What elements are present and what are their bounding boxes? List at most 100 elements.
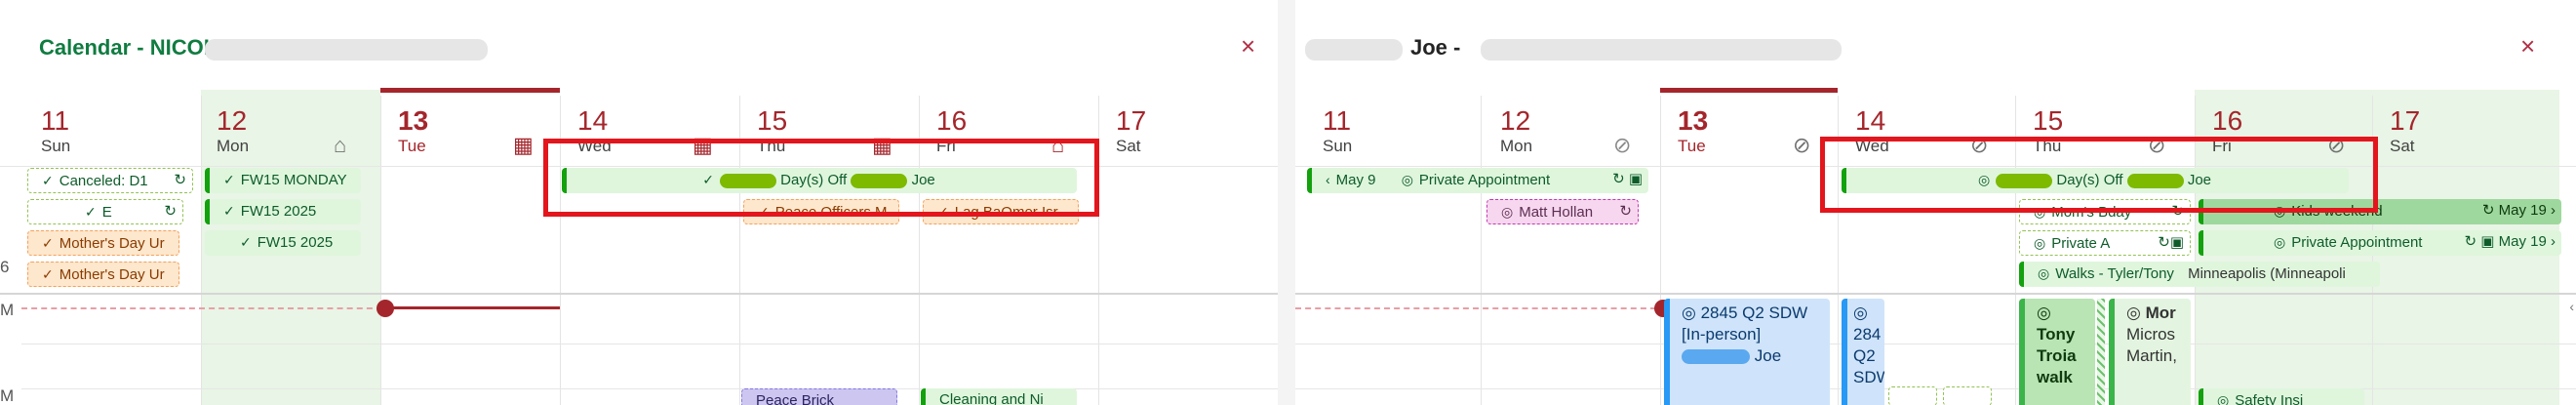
grid-vline	[1660, 96, 1661, 405]
redacted-highlight	[1682, 349, 1750, 365]
event-e[interactable]: ✓ E ↻	[27, 199, 183, 224]
all-day-separator	[0, 293, 1278, 295]
target-icon: ◎	[2037, 304, 2051, 322]
check-icon: ✓	[42, 266, 54, 282]
recurring-lock-icon: ↻▣	[2158, 234, 2184, 251]
target-icon: ◎	[1853, 304, 1868, 322]
target-icon: ◎	[2038, 265, 2050, 281]
current-time-dashed	[21, 307, 382, 309]
day-number-wed[interactable]: 14	[577, 105, 608, 137]
event-q2-sdw-wed[interactable]: ◎ 284 Q2 SDW	[1842, 299, 1884, 405]
right-pane-title: Joe -	[1410, 35, 1461, 60]
target-icon: ◎	[2126, 304, 2141, 322]
check-icon: ✓	[223, 203, 235, 219]
event-q2-sdw[interactable]: ◎ 2845 Q2 SDW [In-person] Joe	[1664, 299, 1830, 405]
event-fw15-2025[interactable]: ✓ FW15 2025	[205, 230, 361, 256]
day-number-sat[interactable]: 17	[2390, 105, 2420, 137]
day-number-thu[interactable]: 15	[757, 105, 787, 137]
recurring-lock-icon: ↻ ▣	[1612, 171, 1643, 187]
event-mothers-day[interactable]: ✓ Mother's Day Ur	[27, 230, 179, 256]
chevron-left-icon: ‹	[1326, 172, 1330, 187]
event-mothers-day[interactable]: ✓ Mother's Day Ur	[27, 262, 179, 287]
event-fw15-monday[interactable]: ✓ FW15 MONDAY	[205, 168, 361, 193]
day-name-sat: Sat	[2390, 137, 2415, 155]
time-label: 6	[0, 258, 10, 276]
event-tony-troia-walk[interactable]: ◎ Tony Troia walk	[2019, 299, 2095, 405]
target-icon: ◎	[1501, 204, 1514, 220]
tentative-hatch	[2097, 299, 2105, 405]
day-number-sun[interactable]: 11	[1323, 105, 1351, 137]
left-calendar-pane: Calendar - NICOLE × 11 Sun 12 Mon 13 Tue…	[0, 0, 1278, 405]
grid-vline	[1481, 96, 1482, 405]
event-safety-insights[interactable]: ◎ Safety Insi	[2199, 388, 2364, 405]
redacted-name	[205, 39, 488, 61]
check-icon: ✓	[42, 173, 54, 188]
home-icon[interactable]: ⌂	[334, 135, 346, 156]
target-icon: ◎	[2274, 234, 2286, 250]
highlight-box-left	[543, 139, 1099, 217]
location-off-icon[interactable]: ⊘	[1613, 135, 1631, 156]
grid-vline	[201, 96, 202, 405]
current-time-line	[390, 306, 560, 309]
day-name-tue: Tue	[1678, 137, 1706, 155]
right-calendar-pane: Joe - × 11 Sun 12 Mon 13 Tue 14 Wed 15 T…	[1295, 0, 2576, 405]
left-close-button[interactable]: ×	[1241, 33, 1255, 59]
check-icon: ✓	[223, 172, 235, 187]
day-number-mon[interactable]: 12	[217, 105, 247, 137]
target-icon: ◎	[2034, 235, 2046, 251]
day-number-thu[interactable]: 15	[2033, 105, 2063, 137]
day-number-fri[interactable]: 16	[936, 105, 967, 137]
day-number-tue[interactable]: 13	[1678, 105, 1708, 137]
redacted-name	[1481, 39, 1842, 61]
day-name-sun: Sun	[1323, 137, 1353, 155]
check-icon: ✓	[42, 235, 54, 251]
left-pane-title: Calendar - NICOLE	[39, 35, 231, 60]
check-icon: ✓	[240, 234, 252, 250]
time-label: M	[0, 386, 15, 405]
day-name-sat: Sat	[1116, 137, 1141, 155]
recurring-icon: ↻	[174, 172, 186, 188]
time-label: M	[0, 301, 15, 319]
day-number-sat[interactable]: 17	[1116, 105, 1146, 137]
pane-gap	[1278, 0, 1295, 405]
event-fw15-2025[interactable]: ✓ FW15 2025	[205, 199, 361, 224]
event-private-appointment[interactable]: ‹ May 9 ◎ Private Appointment ↻ ▣	[1307, 168, 1648, 193]
day-number-mon[interactable]: 12	[1500, 105, 1530, 137]
event-small-wed[interactable]	[1943, 386, 1992, 405]
grid-vline	[380, 96, 381, 405]
day-number-fri[interactable]: 16	[2212, 105, 2242, 137]
check-icon: ✓	[85, 204, 97, 220]
event-matt-holland[interactable]: ◎ Matt Hollan ↻	[1486, 199, 1639, 224]
today-indicator-bar	[1660, 88, 1838, 93]
target-icon: ◎	[1682, 304, 1696, 322]
redacted-name	[1305, 39, 1403, 61]
event-private-a[interactable]: ◎ Private A ↻▣	[2019, 230, 2191, 256]
event-private-appointment-fri[interactable]: ◎ Private Appointment ↻ ▣ May 19 ›	[2199, 230, 2561, 256]
building-icon[interactable]: ▦	[513, 135, 534, 156]
target-icon: ◎	[2217, 392, 2230, 405]
all-day-separator	[1295, 293, 2576, 295]
event-canceled[interactable]: ✓ Canceled: D1 ↻	[27, 168, 193, 193]
target-icon: ◎	[1401, 172, 1413, 187]
event-walks[interactable]: ◎ Walks - Tyler/Tony Minneapolis (Minneap…	[2019, 262, 2380, 287]
day-name-sun: Sun	[41, 137, 71, 155]
day-number-sun[interactable]: 11	[41, 105, 69, 137]
event-microsoft-meeting[interactable]: ◎ Mor Micros Martin,	[2109, 299, 2191, 405]
current-time-dashed	[1295, 307, 1656, 309]
scroll-arrow-icon[interactable]: ‹	[2569, 299, 2574, 314]
recurring-icon: ↻	[1619, 203, 1632, 220]
location-off-icon[interactable]: ⊘	[1793, 135, 1810, 156]
right-close-button[interactable]: ×	[2520, 33, 2535, 59]
day-name-mon: Mon	[217, 137, 250, 155]
event-peace-brick[interactable]: Peace Brick	[741, 388, 897, 405]
today-indicator-bar	[380, 88, 560, 93]
time-gridline	[21, 388, 1278, 389]
event-small-wed[interactable]	[1888, 386, 1937, 405]
event-cleaning[interactable]: Cleaning and Ni	[921, 388, 1077, 405]
day-name-mon: Mon	[1500, 137, 1533, 155]
recurring-icon: ↻	[164, 203, 177, 220]
highlight-box-right	[1820, 137, 2378, 213]
day-name-tue: Tue	[398, 137, 426, 155]
day-number-wed[interactable]: 14	[1855, 105, 1885, 137]
day-number-tue[interactable]: 13	[398, 105, 428, 137]
